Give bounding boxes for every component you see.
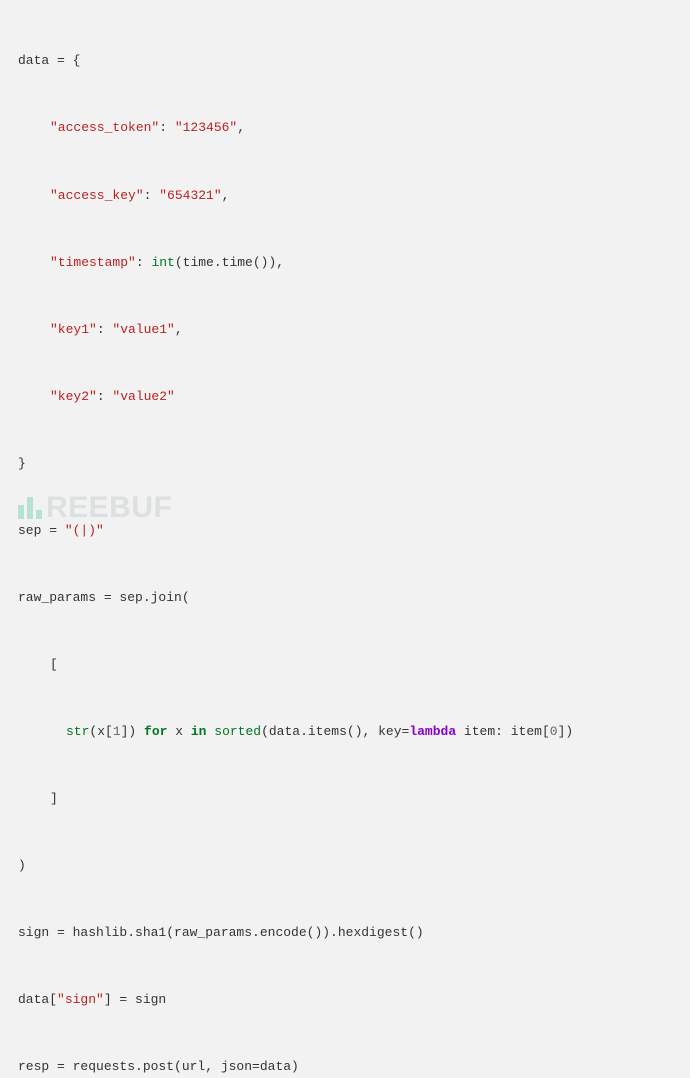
keyword-lambda: lambda: [409, 724, 456, 739]
string-value: "value1": [112, 322, 174, 337]
builtin-sorted: sorted: [214, 724, 261, 739]
string-key: "key1": [50, 322, 97, 337]
code-text: (x[: [89, 724, 112, 739]
code-text: data = {: [18, 53, 80, 68]
string-value: "(|)": [65, 523, 104, 538]
code-text: [: [50, 657, 58, 672]
code-text: sep =: [18, 523, 65, 538]
code-text: raw_params = sep.join(: [18, 590, 190, 605]
code-text: ,: [237, 120, 245, 135]
string-value: "123456": [175, 120, 237, 135]
builtin-str: str: [66, 724, 89, 739]
string-value: "sign": [57, 992, 104, 1007]
number: 0: [550, 724, 558, 739]
code-text: ]: [50, 791, 58, 806]
code-text: item: item[: [456, 724, 550, 739]
code-text: ]): [558, 724, 574, 739]
string-value: "value2": [112, 389, 174, 404]
code-text: (time.time()),: [175, 255, 284, 270]
code-text: :: [136, 255, 152, 270]
code-text: x: [167, 724, 190, 739]
code-text: ): [18, 858, 26, 873]
code-text: ,: [222, 188, 230, 203]
code-text: :: [144, 188, 160, 203]
code-text: :: [159, 120, 175, 135]
code-text: }: [18, 456, 26, 471]
code-text: ]): [121, 724, 144, 739]
keyword-in: in: [191, 724, 207, 739]
keyword-for: for: [144, 724, 167, 739]
string-value: "654321": [159, 188, 221, 203]
code-text: :: [97, 322, 113, 337]
code-text: (data.items(), key=: [261, 724, 409, 739]
string-key: "access_token": [50, 120, 159, 135]
string-key: "timestamp": [50, 255, 136, 270]
code-block: data = { "access_token": "123456", "acce…: [18, 16, 672, 1078]
string-key: "key2": [50, 389, 97, 404]
code-text: sign = hashlib.sha1(raw_params.encode())…: [18, 925, 424, 940]
string-key: "access_key": [50, 188, 144, 203]
number: 1: [113, 724, 121, 739]
code-text: :: [97, 389, 113, 404]
builtin-int: int: [151, 255, 174, 270]
code-text: ] = sign: [104, 992, 166, 1007]
code-text: [206, 724, 214, 739]
code-text: data[: [18, 992, 57, 1007]
code-text: ,: [175, 322, 183, 337]
code-text: resp = requests.post(url, json=data): [18, 1059, 299, 1074]
